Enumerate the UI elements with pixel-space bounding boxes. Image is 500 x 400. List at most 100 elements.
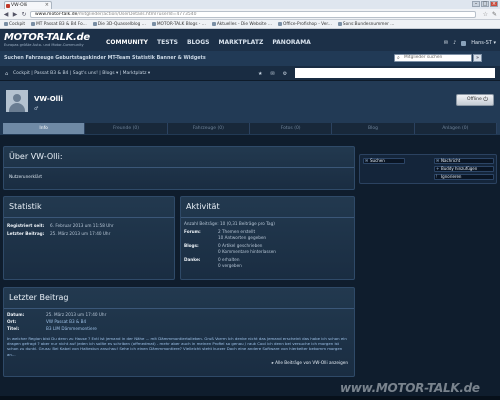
bookmark-icon xyxy=(92,22,97,26)
activity-value: 10 Antworten gegeben xyxy=(218,235,267,240)
user-menu[interactable]: Hans-ST ▾ xyxy=(471,40,496,46)
aktivitaet-title: Aktivität xyxy=(186,202,220,211)
post-title-link[interactable]: B3 LIM Dämmemontiere xyxy=(46,326,97,331)
tab-fotos[interactable]: Fotos (0) xyxy=(249,123,333,134)
tab-fahrzeuge[interactable]: Fahrzeuge (0) xyxy=(167,123,250,134)
tab-blog[interactable]: Blog xyxy=(332,123,415,134)
tab-freunde[interactable]: Freunde (0) xyxy=(85,123,168,134)
bookmark-item[interactable]: MT Passat B3 & B4 Fo... xyxy=(29,21,89,27)
bookmark-item[interactable]: Office-Profishop - Ver... xyxy=(276,21,334,27)
power-icon: ⏻ xyxy=(483,96,488,103)
tab-close-icon[interactable]: × xyxy=(45,2,49,8)
address-bar[interactable]: www.motor-talk.de/mitglieder/action/User… xyxy=(30,11,476,18)
activity-value: 0 vergeben xyxy=(218,263,242,268)
profile-avatar xyxy=(6,90,28,112)
online-status-button[interactable]: Offline ⏻ xyxy=(456,94,494,106)
about-panel: Über VW-Olli: Nutzerunerklärt xyxy=(3,146,355,190)
bookmark-icon xyxy=(31,22,36,26)
close-window-button[interactable]: × xyxy=(490,1,498,7)
stat-value: 25. März 2013 um 17:40 Uhr xyxy=(50,231,111,236)
post-label: Ort: xyxy=(7,319,17,324)
maximize-button[interactable]: □ xyxy=(481,1,489,7)
profile-actions: ✉ Suchen ✉ Nachricht + Buddy hinzufügen ! Ig… xyxy=(359,154,497,184)
all-posts-link[interactable]: ▸ Alle Beiträge von VW-Olli anzeigen xyxy=(272,360,348,365)
add-icon: + xyxy=(436,166,440,171)
wrench-icon[interactable]: ✎ xyxy=(492,11,497,18)
activity-value: 0 Kommentare hinterlassen xyxy=(218,249,276,254)
add-buddy-button[interactable]: + Buddy hinzufügen xyxy=(434,166,494,172)
post-label: Datum: xyxy=(7,312,25,317)
activity-value: 2 Themen erstellt xyxy=(218,229,256,234)
url-host: www.motor-talk.de xyxy=(35,12,78,17)
nav-marktplatz[interactable]: MARKTPLATZ xyxy=(218,39,263,46)
profile-name: VW-Olli xyxy=(34,95,63,103)
bookmark-item[interactable]: MOTOR-TALK Blogs - ... xyxy=(150,21,208,27)
activity-label: Forum: xyxy=(184,229,201,234)
home-icon[interactable]: ⌂ xyxy=(5,71,8,77)
site-tagline: Europas größte Auto- und Motor-Community xyxy=(4,43,84,47)
favorite-icon[interactable]: ★ xyxy=(258,71,262,77)
message-icon[interactable]: ✉ xyxy=(270,71,274,77)
activity-label: Danke: xyxy=(184,257,201,262)
minimize-button[interactable]: – xyxy=(472,1,480,7)
search-button[interactable]: ✉ Suchen xyxy=(363,158,405,164)
bookmark-item[interactable]: Sons:Bundesnummer ... xyxy=(336,21,396,27)
url-path: /mitglieder/action/UserDetails.html?user… xyxy=(77,12,197,17)
community-links[interactable]: Suchen Fahrzeuge Geburtstagskinder MT-Te… xyxy=(4,56,206,61)
activity-label: Blogs: xyxy=(184,243,199,248)
member-search-placeholder: Mitglieder suchen xyxy=(404,55,443,60)
about-title: Über VW-Olli: xyxy=(9,152,63,161)
bookmarks-bar: Cockpit MT Passat B3 & B4 Fo... Die 3D-Q… xyxy=(0,20,500,29)
nav-panorama[interactable]: PANORAMA xyxy=(272,39,311,46)
post-label: Titel: xyxy=(7,326,20,331)
sub-header: Suchen Fahrzeuge Geburtstagskinder MT-Te… xyxy=(0,51,500,66)
envelope-icon: ✉ xyxy=(436,158,440,163)
bookmark-item[interactable]: Aktuelles - Die Website ... xyxy=(210,21,274,27)
settings-icon[interactable]: ⚙ xyxy=(283,71,287,77)
forward-icon[interactable]: ▶ xyxy=(11,11,19,18)
nav-blogs[interactable]: BLOGS xyxy=(187,39,210,46)
desktop-strip xyxy=(0,396,500,400)
redacted-area xyxy=(295,68,495,78)
breadcrumb-bar: ⌂ Cockpit | Passat B3 & B4 | Sagt's uns!… xyxy=(0,66,500,81)
tab-info[interactable]: Info xyxy=(3,123,86,134)
stat-label: Letzter Beitrag: xyxy=(7,231,45,236)
ignore-button[interactable]: ! Ignorieren xyxy=(434,174,494,180)
nav-tests[interactable]: TESTS xyxy=(157,39,178,46)
aktivitaet-panel: Aktivität Anzahl Beiträge: 10 (0,31 Beit… xyxy=(180,196,355,280)
search-go-button[interactable]: » xyxy=(473,54,482,62)
bookmark-item[interactable]: Die 3D-Quasselblog ... xyxy=(91,21,148,27)
browser-tab-title: VW-Olli xyxy=(11,3,28,8)
profile-tabs: Info Freunde (0) Fahrzeuge (0) Fotos (0)… xyxy=(3,123,497,134)
letzter-beitrag-panel: Letzter Beitrag Datum: 25. März 2013 um … xyxy=(3,287,355,377)
back-icon[interactable]: ◀ xyxy=(2,11,10,18)
header-icons: ✉ ♪ Hans-ST ▾ xyxy=(444,40,496,46)
message-button[interactable]: ✉ Nachricht xyxy=(434,158,494,164)
bookmark-star-icon[interactable]: ☆ xyxy=(483,11,488,18)
block-icon: ! xyxy=(436,174,438,179)
about-text: Nutzerunerklärt xyxy=(9,174,43,179)
post-excerpt[interactable]: In welcher Region bist Du denn zu Hause … xyxy=(7,336,351,356)
bookmark-item[interactable]: Cockpit xyxy=(2,21,27,27)
statistik-panel: Statistik Registriert seit: 6. Februar 2… xyxy=(3,196,175,280)
tab-anlagen[interactable]: Anlagen (0) xyxy=(414,123,497,134)
user-avatar[interactable] xyxy=(461,40,467,46)
watermark: www.MOTOR-TALK.de xyxy=(340,381,480,395)
tool-icons: ★ ✉ ⚙ xyxy=(258,71,287,77)
reload-icon[interactable]: ↻ xyxy=(20,11,28,18)
bookmark-icon xyxy=(211,22,216,26)
nav-community[interactable]: COMMUNITY xyxy=(106,39,148,46)
browser-tab[interactable]: VW-Olli × xyxy=(4,1,52,9)
post-forum-link[interactable]: VW Passat B3 & B4 xyxy=(46,319,86,324)
bell-icon[interactable]: ♪ xyxy=(453,40,456,46)
mail-icon[interactable]: ✉ xyxy=(444,40,448,46)
main-nav: COMMUNITY TESTS BLOGS MARKTPLATZ PANORAM… xyxy=(106,39,311,46)
activity-value: 0 Artikel geschrieben xyxy=(218,243,263,248)
member-search-input[interactable]: ⌕ Mitglieder suchen xyxy=(394,54,472,62)
gender-icon: ♂ xyxy=(34,106,39,112)
bookmark-icon xyxy=(151,22,156,26)
bookmark-icon xyxy=(4,22,8,26)
breadcrumb[interactable]: Cockpit | Passat B3 & B4 | Sagt's uns! |… xyxy=(13,71,150,76)
site-logo[interactable]: MOTOR-TALK.de xyxy=(4,32,90,43)
window-controls: – □ × xyxy=(472,1,498,7)
